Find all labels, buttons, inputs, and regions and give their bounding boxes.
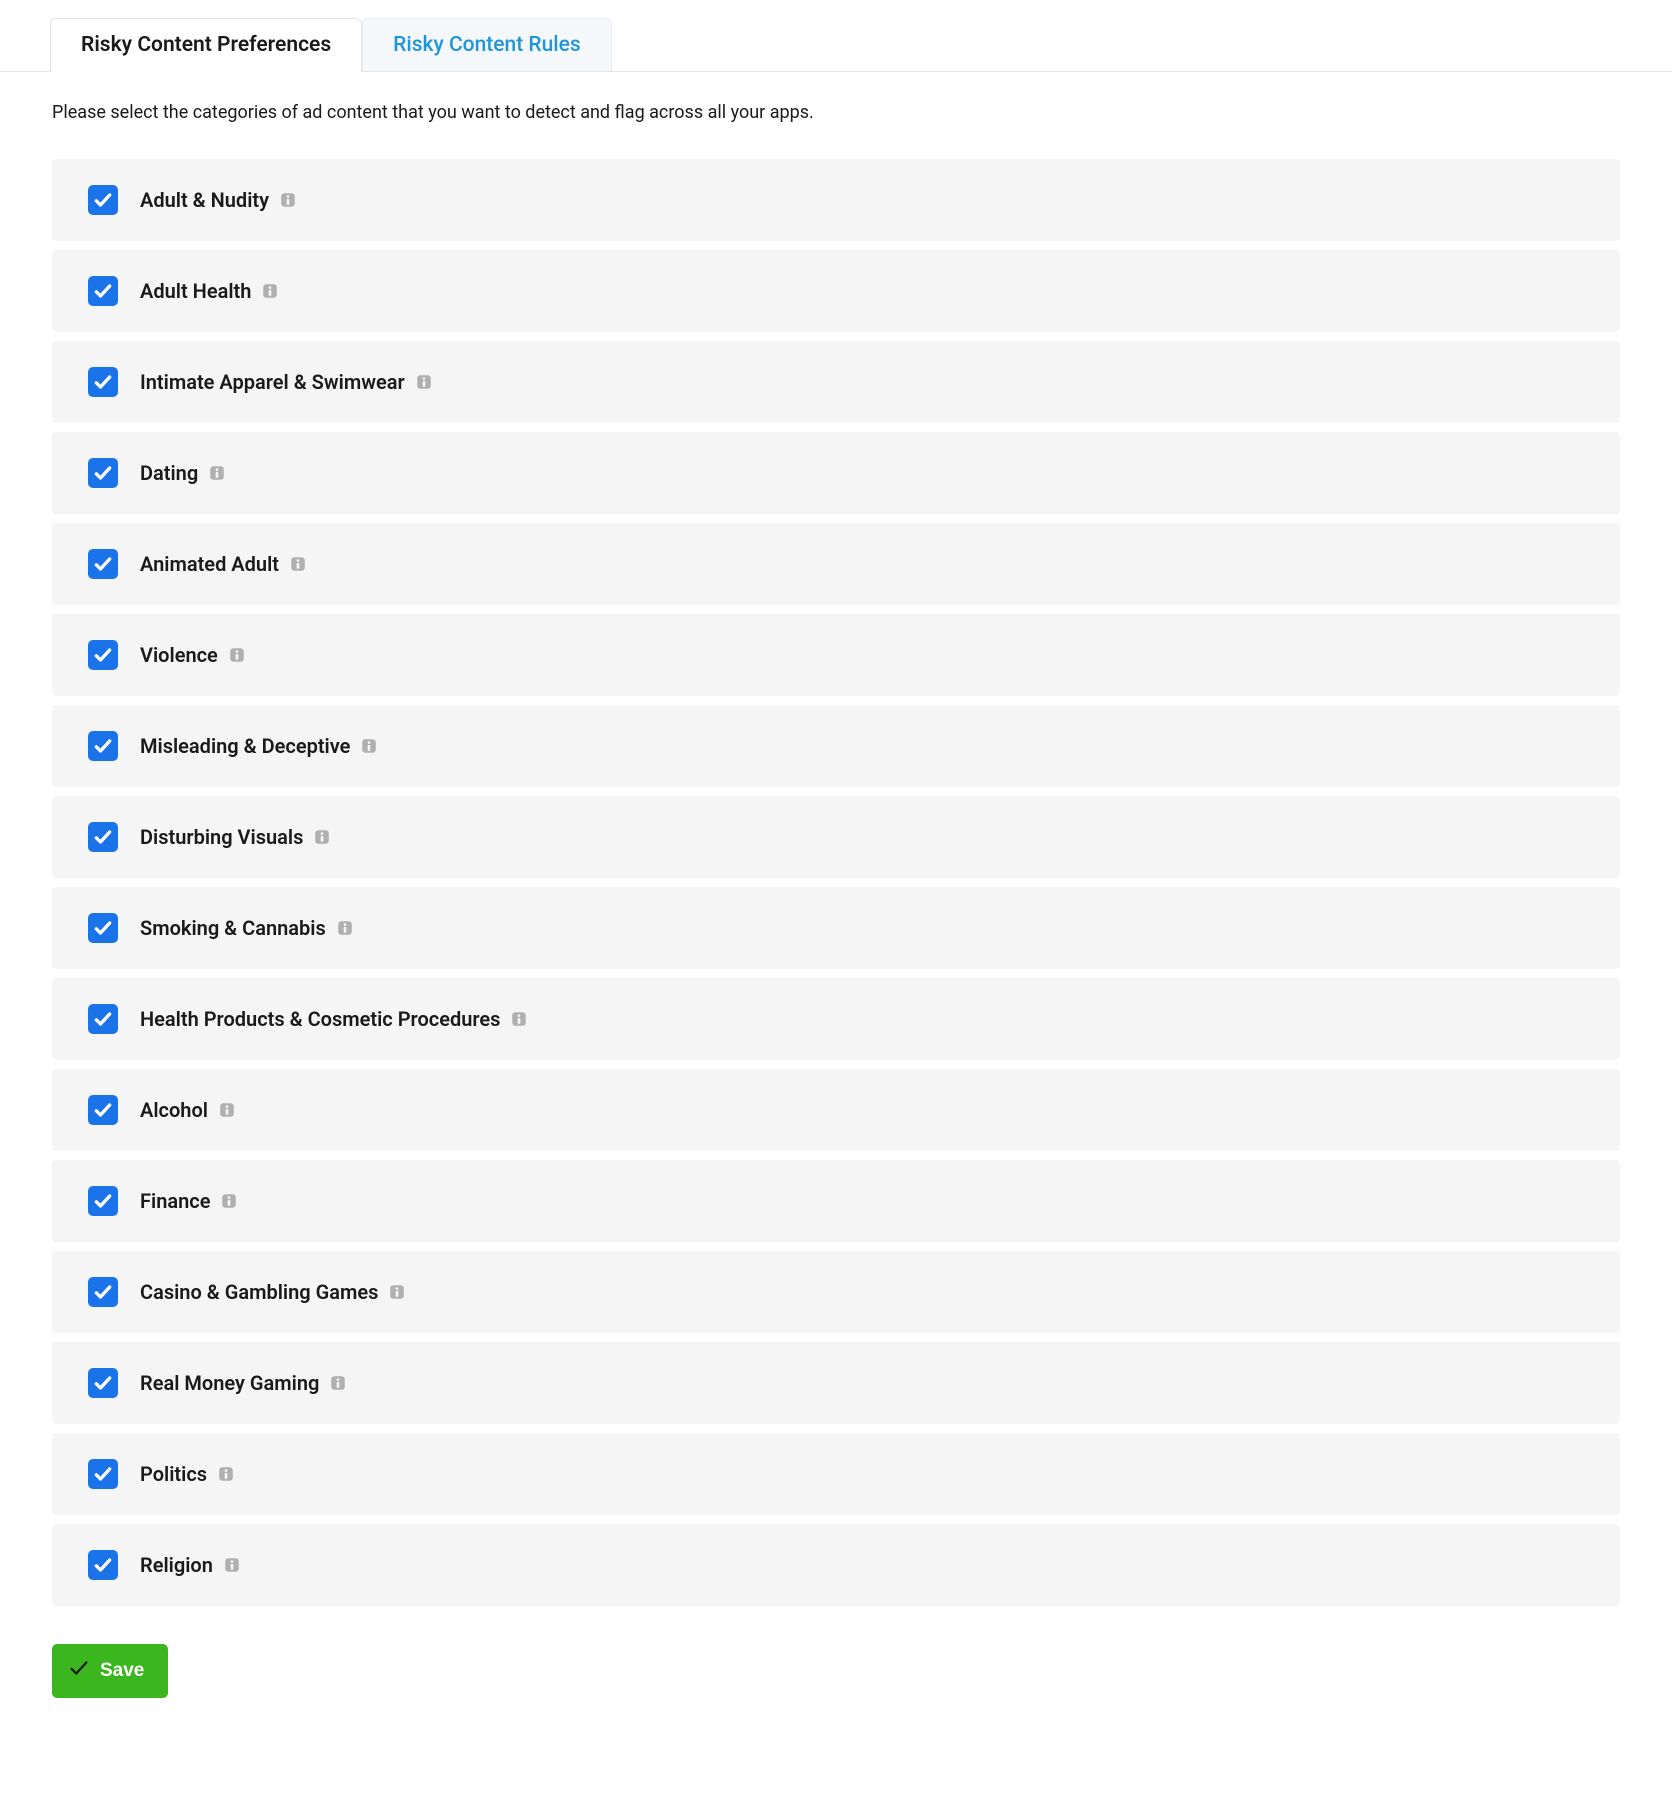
category-label: Religion bbox=[140, 1553, 213, 1577]
info-icon[interactable] bbox=[228, 646, 246, 664]
content-panel: Please select the categories of ad conte… bbox=[0, 72, 1672, 1758]
info-icon[interactable] bbox=[336, 919, 354, 937]
category-label: Disturbing Visuals bbox=[140, 825, 303, 849]
category-row: Misleading & Deceptive bbox=[52, 705, 1620, 787]
category-row: Animated Adult bbox=[52, 523, 1620, 605]
category-checkbox[interactable] bbox=[88, 1095, 118, 1125]
category-row: Politics bbox=[52, 1433, 1620, 1515]
category-checkbox[interactable] bbox=[88, 1550, 118, 1580]
category-row: Intimate Apparel & Swimwear bbox=[52, 341, 1620, 423]
category-checkbox[interactable] bbox=[88, 822, 118, 852]
category-label: Alcohol bbox=[140, 1098, 208, 1122]
info-icon[interactable] bbox=[208, 464, 226, 482]
info-icon[interactable] bbox=[360, 737, 378, 755]
category-checkbox[interactable] bbox=[88, 913, 118, 943]
category-row: Adult & Nudity bbox=[52, 159, 1620, 241]
category-checkbox[interactable] bbox=[88, 549, 118, 579]
category-row: Violence bbox=[52, 614, 1620, 696]
category-label: Adult Health bbox=[140, 279, 251, 303]
category-label: Politics bbox=[140, 1462, 207, 1486]
category-label: Misleading & Deceptive bbox=[140, 734, 350, 758]
tab-risky-content-preferences[interactable]: Risky Content Preferences bbox=[50, 18, 362, 72]
info-icon[interactable] bbox=[279, 191, 297, 209]
info-icon[interactable] bbox=[329, 1374, 347, 1392]
info-icon[interactable] bbox=[223, 1556, 241, 1574]
category-row: Health Products & Cosmetic Procedures bbox=[52, 978, 1620, 1060]
category-label: Real Money Gaming bbox=[140, 1371, 319, 1395]
info-icon[interactable] bbox=[415, 373, 433, 391]
info-icon[interactable] bbox=[218, 1101, 236, 1119]
category-row: Casino & Gambling Games bbox=[52, 1251, 1620, 1333]
category-checkbox[interactable] bbox=[88, 640, 118, 670]
category-row: Alcohol bbox=[52, 1069, 1620, 1151]
category-row: Finance bbox=[52, 1160, 1620, 1242]
info-icon[interactable] bbox=[510, 1010, 528, 1028]
category-checkbox[interactable] bbox=[88, 367, 118, 397]
category-row: Disturbing Visuals bbox=[52, 796, 1620, 878]
info-icon[interactable] bbox=[289, 555, 307, 573]
category-checkbox[interactable] bbox=[88, 1186, 118, 1216]
category-checkbox[interactable] bbox=[88, 1459, 118, 1489]
info-icon[interactable] bbox=[261, 282, 279, 300]
category-checkbox[interactable] bbox=[88, 458, 118, 488]
info-icon[interactable] bbox=[217, 1465, 235, 1483]
info-icon[interactable] bbox=[220, 1192, 238, 1210]
category-label: Casino & Gambling Games bbox=[140, 1280, 378, 1304]
info-icon[interactable] bbox=[388, 1283, 406, 1301]
instruction-text: Please select the categories of ad conte… bbox=[52, 102, 1620, 123]
category-checkbox[interactable] bbox=[88, 731, 118, 761]
save-button-label: Save bbox=[100, 1660, 144, 1682]
check-icon bbox=[68, 1657, 90, 1685]
category-list: Adult & Nudity Adult Health Intimate Appar… bbox=[52, 159, 1620, 1606]
category-checkbox[interactable] bbox=[88, 1004, 118, 1034]
category-label: Intimate Apparel & Swimwear bbox=[140, 370, 405, 394]
tab-risky-content-rules[interactable]: Risky Content Rules bbox=[362, 18, 612, 71]
category-checkbox[interactable] bbox=[88, 276, 118, 306]
category-label: Adult & Nudity bbox=[140, 188, 269, 212]
category-row: Adult Health bbox=[52, 250, 1620, 332]
category-checkbox[interactable] bbox=[88, 185, 118, 215]
category-checkbox[interactable] bbox=[88, 1277, 118, 1307]
category-label: Health Products & Cosmetic Procedures bbox=[140, 1007, 500, 1031]
category-checkbox[interactable] bbox=[88, 1368, 118, 1398]
category-row: Smoking & Cannabis bbox=[52, 887, 1620, 969]
category-row: Dating bbox=[52, 432, 1620, 514]
category-label: Smoking & Cannabis bbox=[140, 916, 326, 940]
category-row: Religion bbox=[52, 1524, 1620, 1606]
category-label: Finance bbox=[140, 1189, 210, 1213]
tabs-bar: Risky Content Preferences Risky Content … bbox=[0, 0, 1672, 72]
category-label: Dating bbox=[140, 461, 198, 485]
save-button[interactable]: Save bbox=[52, 1644, 168, 1698]
category-label: Animated Adult bbox=[140, 552, 279, 576]
category-row: Real Money Gaming bbox=[52, 1342, 1620, 1424]
info-icon[interactable] bbox=[313, 828, 331, 846]
category-label: Violence bbox=[140, 643, 218, 667]
